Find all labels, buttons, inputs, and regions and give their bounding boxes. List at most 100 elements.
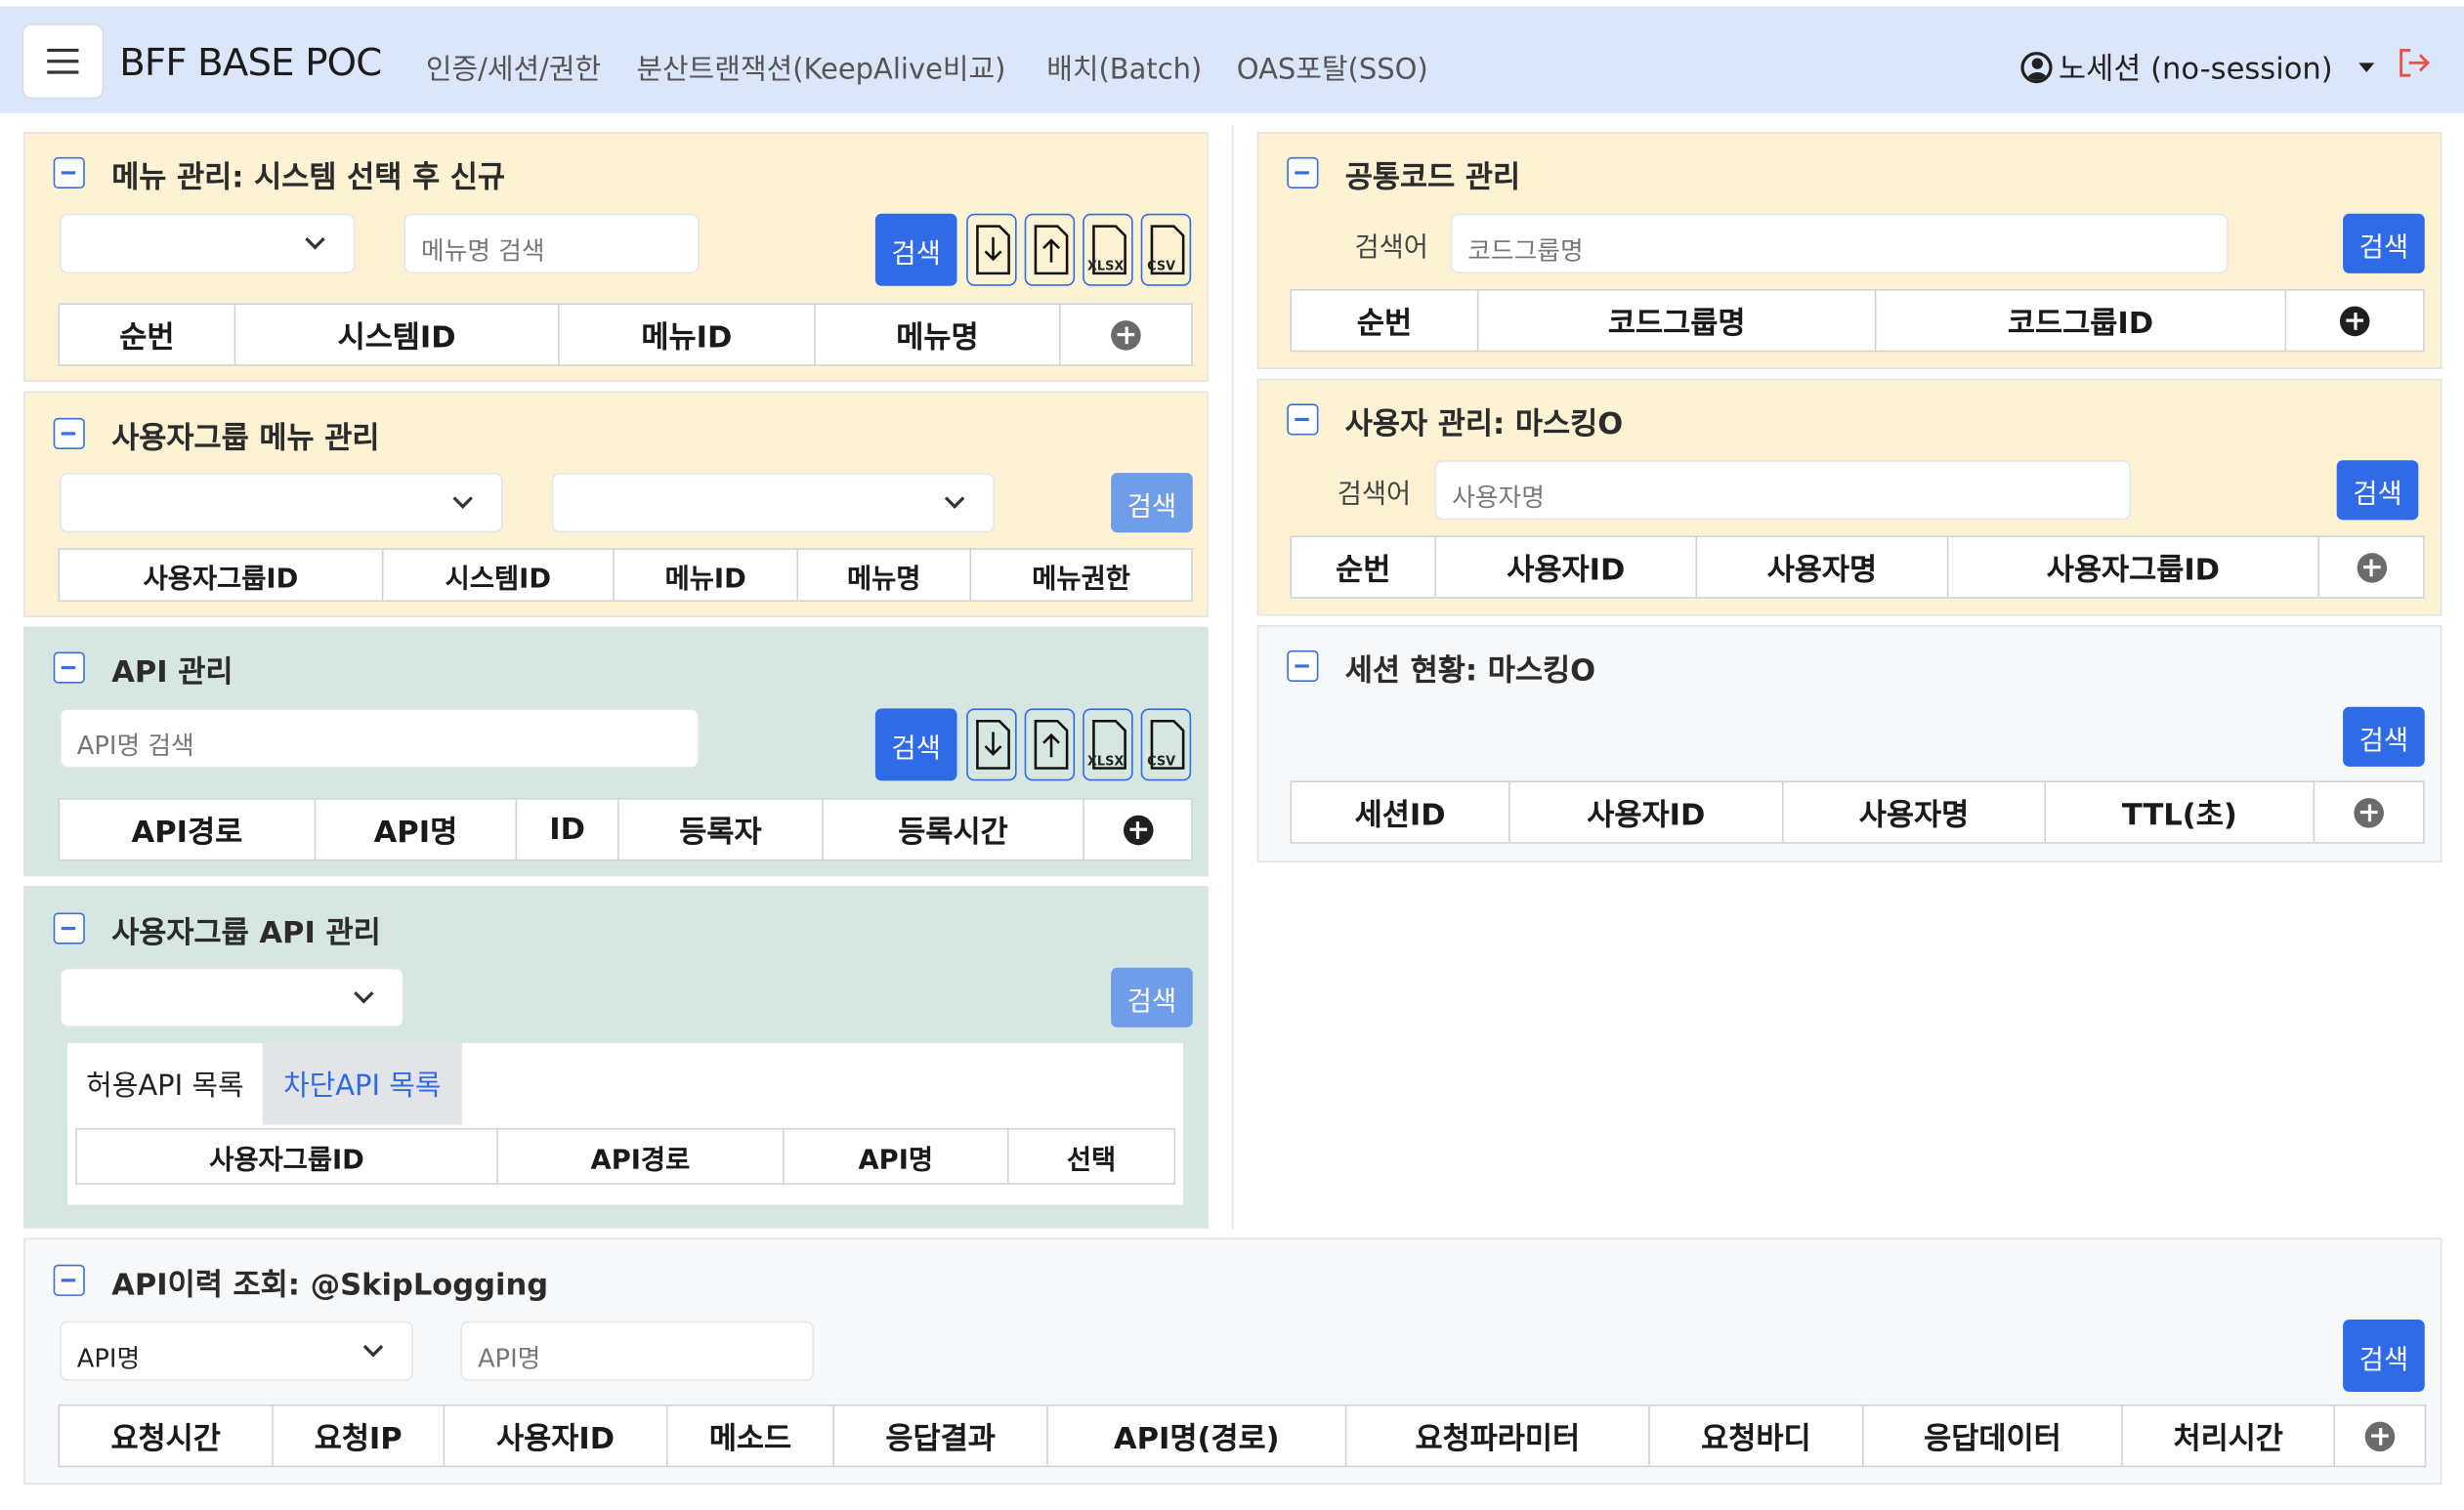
col-header[interactable]: TTL(초) — [2046, 781, 2315, 843]
search-button[interactable]: 검색 — [1111, 967, 1193, 1028]
collapse-icon[interactable] — [53, 1264, 85, 1296]
search-button[interactable]: 검색 — [2336, 460, 2419, 521]
col-header[interactable]: 메뉴ID — [560, 305, 816, 365]
search-button[interactable]: 검색 — [2343, 706, 2425, 767]
col-header[interactable]: 순번 — [1292, 290, 1479, 351]
col-header[interactable]: 메소드 — [668, 1405, 835, 1466]
col-header[interactable]: API명 — [316, 799, 518, 860]
system-select[interactable] — [551, 473, 996, 533]
collapse-icon[interactable] — [1287, 650, 1319, 683]
col-header[interactable]: 사용자그룹ID — [77, 1129, 498, 1184]
collapse-icon[interactable] — [53, 912, 85, 944]
api-name-input[interactable]: API명 — [460, 1321, 815, 1381]
xlsx-export-button[interactable]: XLSX — [1083, 708, 1133, 781]
col-header[interactable]: API명(경로) — [1048, 1405, 1347, 1466]
user-circle-icon — [2020, 51, 2053, 83]
col-header[interactable]: 코드그룹ID — [1876, 290, 2287, 351]
usergroup-select[interactable] — [60, 473, 503, 533]
add-row-icon[interactable] — [2356, 552, 2387, 582]
col-header[interactable]: API경로 — [60, 799, 317, 860]
nav-link-distributed-tx[interactable]: 분산트랜잭션(KeepAlive비교) — [636, 47, 1005, 88]
search-button[interactable]: 검색 — [1111, 473, 1193, 533]
system-select[interactable] — [60, 213, 356, 273]
collapse-icon[interactable] — [1287, 156, 1319, 189]
col-header[interactable]: 사용자그룹ID — [1948, 537, 2319, 598]
select-value: API명 — [76, 1343, 141, 1373]
tab-allowed-api[interactable]: 허용API 목록 — [67, 1042, 263, 1125]
collapse-icon[interactable] — [1287, 403, 1319, 436]
col-header[interactable]: 요청파라미터 — [1346, 1405, 1650, 1466]
chevron-down-icon — [305, 230, 325, 250]
col-header[interactable]: 메뉴ID — [615, 549, 799, 601]
col-header[interactable]: 사용자ID — [1510, 781, 1784, 843]
download-button[interactable] — [966, 708, 1017, 781]
search-button[interactable]: 검색 — [2343, 213, 2425, 273]
search-button[interactable]: 검색 — [874, 708, 957, 781]
collapse-icon[interactable] — [53, 156, 85, 189]
col-header[interactable]: 요청시간 — [60, 1405, 274, 1466]
upload-button[interactable] — [1024, 708, 1076, 781]
api-name-select[interactable]: API명 — [60, 1321, 414, 1381]
col-header[interactable]: 순번 — [60, 305, 236, 365]
col-header[interactable]: 처리시간 — [2123, 1405, 2336, 1466]
add-row-icon[interactable] — [1123, 814, 1153, 845]
add-row-icon[interactable] — [1111, 319, 1141, 350]
logout-icon[interactable] — [2397, 47, 2431, 78]
col-header[interactable]: 선택 — [1009, 1129, 1174, 1183]
menu-name-search-input[interactable]: 메뉴명 검색 — [404, 213, 700, 273]
csv-export-button[interactable]: CSV — [1140, 708, 1192, 781]
col-header[interactable]: 메뉴명 — [816, 305, 1061, 365]
col-header[interactable]: 등록자 — [619, 799, 824, 860]
col-header[interactable]: 순번 — [1292, 537, 1437, 598]
col-header[interactable]: 사용자ID — [445, 1405, 668, 1466]
col-header[interactable]: API경로 — [498, 1129, 785, 1184]
hamburger-menu-button[interactable] — [21, 23, 105, 100]
collapse-icon[interactable] — [53, 651, 85, 684]
search-word-label: 검색어 — [1354, 232, 1428, 265]
col-header[interactable]: ID — [517, 799, 619, 860]
col-header[interactable]: 메뉴명 — [798, 549, 971, 601]
col-header[interactable]: 사용자ID — [1436, 537, 1698, 598]
menu-icon — [47, 48, 79, 53]
usergroup-select[interactable] — [60, 967, 404, 1028]
col-header[interactable]: 코드그룹명 — [1479, 290, 1877, 351]
col-header[interactable]: 시스템ID — [383, 549, 615, 601]
code-group-search-input[interactable]: 코드그룹명 — [1450, 213, 2229, 273]
usergroup-menu-table-header: 사용자그룹ID 시스템ID 메뉴ID 메뉴명 메뉴권한 — [58, 548, 1193, 603]
user-name: 노세션 (no-session) — [2059, 52, 2333, 87]
col-header[interactable]: 시스템ID — [235, 305, 560, 365]
col-header[interactable]: 요청바디 — [1650, 1405, 1864, 1466]
upload-button[interactable] — [1024, 213, 1076, 286]
collapse-icon[interactable] — [53, 417, 85, 450]
col-header[interactable]: 세션ID — [1292, 781, 1510, 843]
download-button[interactable] — [966, 213, 1017, 286]
col-header[interactable]: 응답데이터 — [1864, 1405, 2123, 1466]
brand-title[interactable]: BFF BASE POC — [119, 41, 382, 85]
col-header[interactable]: 사용자명 — [1697, 537, 1949, 598]
add-row-icon[interactable] — [2354, 797, 2384, 827]
col-header[interactable]: 등록시간 — [824, 799, 1084, 860]
col-header[interactable]: 응답결과 — [834, 1405, 1048, 1466]
common-code-panel: 공통코드 관리 검색어 코드그룹명 검색 순번 코드그룹명 코드그룹ID — [1256, 132, 2443, 369]
api-name-search-input[interactable]: API명 검색 — [60, 708, 700, 769]
csv-export-button[interactable]: CSV — [1140, 213, 1192, 286]
panel-title: 공통코드 관리 — [1344, 160, 1521, 195]
user-name-search-input[interactable]: 사용자명 — [1434, 460, 2131, 521]
panel-title: 사용자그룹 메뉴 관리 — [111, 421, 380, 456]
nav-link-batch[interactable]: 배치(Batch) — [1046, 47, 1202, 88]
user-dropdown[interactable]: 노세션 (no-session) — [2020, 46, 2374, 88]
search-button[interactable]: 검색 — [2343, 1320, 2425, 1393]
xlsx-label: XLSX — [1087, 259, 1125, 273]
col-header[interactable]: 메뉴권한 — [971, 550, 1191, 600]
nav-link-auth[interactable]: 인증/세션/권한 — [426, 47, 601, 88]
col-header[interactable]: 요청IP — [274, 1405, 446, 1466]
search-button[interactable]: 검색 — [874, 213, 957, 286]
add-row-icon[interactable] — [2364, 1420, 2396, 1451]
tab-blocked-api[interactable]: 차단API 목록 — [262, 1042, 462, 1125]
nav-link-oas-portal[interactable]: OAS포탈(SSO) — [1237, 47, 1428, 88]
add-row-icon[interactable] — [2339, 305, 2370, 336]
col-header[interactable]: 사용자명 — [1784, 781, 2047, 843]
col-header[interactable]: 사용자그룹ID — [60, 549, 384, 601]
col-header[interactable]: API명 — [785, 1129, 1009, 1184]
xlsx-export-button[interactable]: XLSX — [1083, 213, 1133, 286]
